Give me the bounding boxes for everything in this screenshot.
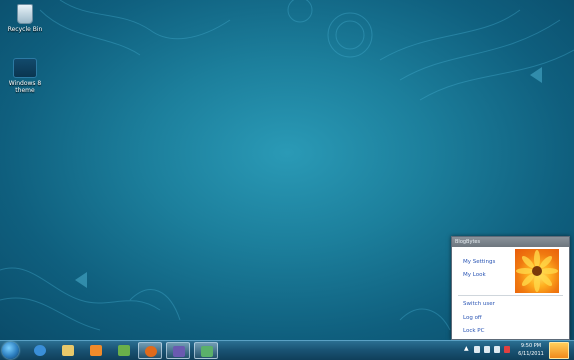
taskbar-remote-button[interactable] bbox=[166, 342, 190, 359]
firefox-icon bbox=[145, 346, 157, 357]
network-icon[interactable] bbox=[484, 346, 490, 353]
remote-desktop-icon bbox=[173, 346, 185, 357]
media-player-icon bbox=[90, 345, 102, 356]
gerbera-flower-picture bbox=[516, 250, 558, 292]
taskbar-ie-button[interactable] bbox=[28, 342, 52, 359]
popup-separator bbox=[458, 295, 563, 296]
security-icon[interactable] bbox=[504, 346, 510, 353]
file-explorer-icon bbox=[62, 345, 74, 356]
recycle-bin-icon bbox=[17, 4, 33, 24]
taskbar-firefox-button[interactable] bbox=[138, 342, 162, 359]
desktop-icon-label: Recycle Bin bbox=[7, 26, 43, 33]
my-settings-link[interactable]: My Settings bbox=[463, 259, 495, 265]
switch-user-link[interactable]: Switch user bbox=[463, 301, 495, 307]
clock[interactable]: 9:50 PM 6/11/2011 bbox=[514, 342, 548, 358]
network-app-icon bbox=[201, 346, 213, 357]
my-look-link[interactable]: My Look bbox=[463, 272, 486, 278]
taskbar-paint-button[interactable] bbox=[112, 342, 136, 359]
flag-icon[interactable] bbox=[474, 346, 480, 353]
clock-time: 9:50 PM bbox=[520, 343, 542, 349]
internet-explorer-icon bbox=[34, 345, 46, 356]
folder-theme-icon bbox=[13, 58, 37, 78]
user-tile-button[interactable] bbox=[549, 342, 569, 359]
lock-pc-link[interactable]: Lock PC bbox=[463, 328, 484, 334]
desktop-icon-recycle-bin[interactable]: Recycle Bin bbox=[1, 4, 49, 33]
taskbar-explorer-button[interactable] bbox=[56, 342, 80, 359]
desktop-icon-label: Windows 8 theme bbox=[8, 80, 42, 94]
desktop-icon-windows-8-theme[interactable]: Windows 8 theme bbox=[1, 58, 49, 94]
user-avatar bbox=[515, 249, 559, 293]
taskbar-network-button[interactable] bbox=[194, 342, 218, 359]
volume-icon[interactable] bbox=[494, 346, 500, 353]
clock-date: 6/11/2011 bbox=[518, 351, 544, 357]
user-popup: BlogBytes My Settings My Look Switch use… bbox=[451, 236, 570, 340]
tray-expand-icon[interactable]: ▲ bbox=[464, 345, 469, 352]
windows-orb-icon[interactable] bbox=[2, 342, 19, 359]
taskbar-media-button[interactable] bbox=[84, 342, 108, 359]
popup-title: BlogBytes bbox=[452, 237, 569, 247]
taskbar: ▲ 9:50 PM 6/11/2011 bbox=[0, 340, 574, 360]
paint-icon bbox=[118, 345, 130, 356]
log-off-link[interactable]: Log off bbox=[463, 315, 482, 321]
desktop: Recycle Bin Windows 8 theme BlogBytes My… bbox=[0, 0, 574, 340]
